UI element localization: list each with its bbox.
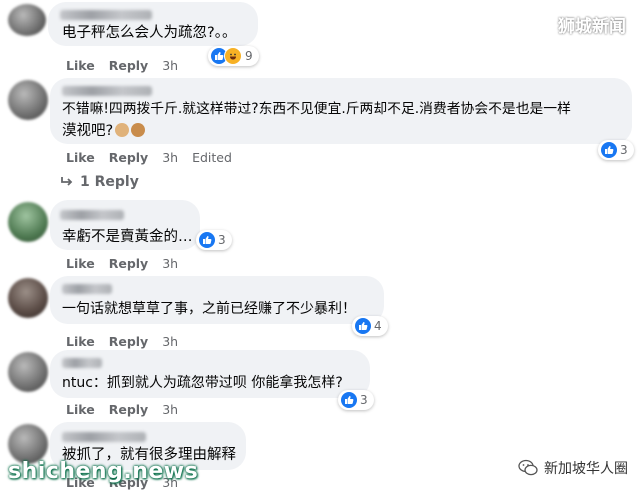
commenter-avatar[interactable] xyxy=(8,352,48,392)
like-reaction-icon xyxy=(601,142,617,158)
commenter-name[interactable] xyxy=(62,358,102,368)
like-button[interactable]: Like xyxy=(66,150,95,165)
reply-arrow-icon xyxy=(61,177,73,186)
view-replies-label: 1 Reply xyxy=(80,174,139,190)
commenter-name[interactable] xyxy=(62,284,112,294)
comment-text-line-2-value: 漠视吧? xyxy=(62,123,114,139)
like-button[interactable]: Like xyxy=(66,402,95,417)
watermark-top: 狮城新闻 xyxy=(558,17,626,37)
watermark-account: 新加坡华人圈 xyxy=(518,458,628,478)
reply-button[interactable]: Reply xyxy=(109,256,148,271)
timestamp[interactable]: 3h xyxy=(162,150,178,165)
comment-actions: Like Reply 3h xyxy=(66,402,178,417)
comment-actions: Like Reply 3h xyxy=(66,58,178,73)
edited-label: Edited xyxy=(192,150,232,165)
watermark-site: shicheng.news xyxy=(8,459,199,484)
commenter-name[interactable] xyxy=(60,10,152,20)
reaction-count[interactable]: 4 xyxy=(352,316,388,336)
comment-text: ntuc：抓到就人为疏忽带过呗 你能拿我怎样? xyxy=(62,375,343,391)
commenter-name[interactable] xyxy=(60,210,124,220)
view-replies-link[interactable]: 1 Reply xyxy=(60,174,139,190)
reaction-count[interactable]: 3 xyxy=(196,230,232,250)
commenter-avatar[interactable] xyxy=(8,202,48,242)
reaction-count[interactable]: 9 xyxy=(208,46,259,66)
commenter-name[interactable] xyxy=(62,86,152,96)
commenter-avatar[interactable] xyxy=(8,424,48,464)
reaction-count[interactable]: 3 xyxy=(598,140,634,160)
reaction-number: 9 xyxy=(245,49,253,63)
wechat-icon xyxy=(518,459,538,476)
reaction-count[interactable]: 3 xyxy=(338,390,374,410)
like-reaction-icon xyxy=(341,392,357,408)
reaction-number: 3 xyxy=(620,143,628,157)
like-button[interactable]: Like xyxy=(66,58,95,73)
timestamp[interactable]: 3h xyxy=(162,402,178,417)
comment-text-line-2: 漠视吧? xyxy=(62,120,146,142)
comment-text: 一句话就想草草了事，之前已经赚了不少暴利！ xyxy=(62,301,356,317)
person-emoji-icon xyxy=(131,123,146,137)
commenter-avatar[interactable] xyxy=(8,80,48,120)
comment-text: 电子秤怎么会人为疏忽?。。 xyxy=(62,25,237,41)
like-button[interactable]: Like xyxy=(66,256,95,271)
reply-button[interactable]: Reply xyxy=(109,402,148,417)
comment-actions: Like Reply 3h xyxy=(66,334,178,349)
reply-button[interactable]: Reply xyxy=(109,58,148,73)
reaction-number: 4 xyxy=(374,319,382,333)
reply-button[interactable]: Reply xyxy=(109,334,148,349)
reply-button[interactable]: Reply xyxy=(109,150,148,165)
commenter-avatar[interactable] xyxy=(8,4,46,36)
comment-actions: Like Reply 3h Edited xyxy=(66,150,232,165)
timestamp[interactable]: 3h xyxy=(162,256,178,271)
like-reaction-icon xyxy=(355,318,371,334)
comment-actions: Like Reply 3h xyxy=(66,256,178,271)
reaction-number: 3 xyxy=(218,233,226,247)
commenter-avatar[interactable] xyxy=(8,278,48,318)
timestamp[interactable]: 3h xyxy=(162,58,178,73)
comment-text: 幸虧不是賣黃金的… xyxy=(62,229,193,245)
timestamp[interactable]: 3h xyxy=(162,334,178,349)
like-button[interactable]: Like xyxy=(66,334,95,349)
reaction-number: 3 xyxy=(360,393,368,407)
person-emoji-icon xyxy=(115,123,130,137)
commenter-name[interactable] xyxy=(62,432,146,442)
like-reaction-icon xyxy=(199,232,215,248)
watermark-account-label: 新加坡华人圈 xyxy=(544,461,628,477)
comment-text-line-1: 不错嘛!四两拨千斤.就这样带过?东西不见便宜.斤两却不足.消费者协会不是也是一样 xyxy=(62,101,571,117)
haha-reaction-icon xyxy=(224,47,242,65)
